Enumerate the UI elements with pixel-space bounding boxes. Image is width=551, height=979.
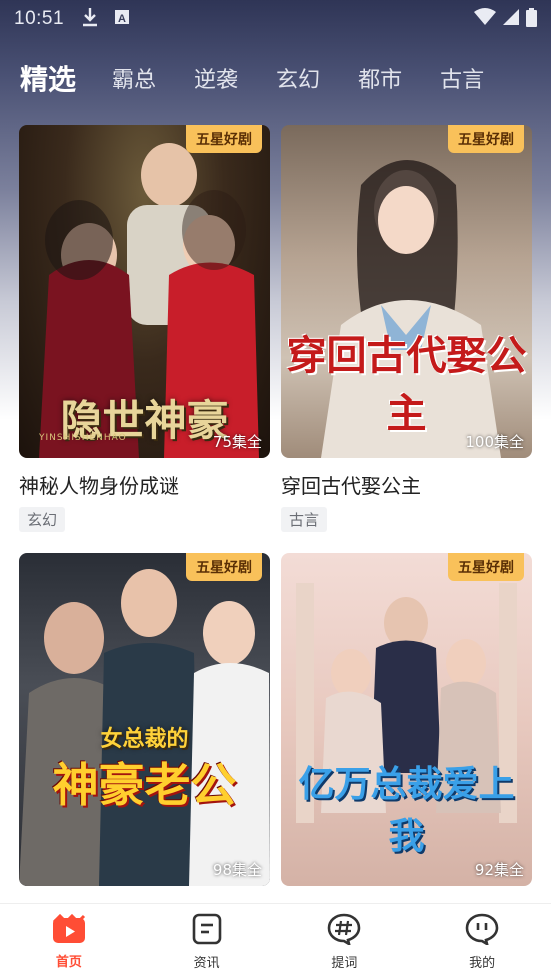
episode-count: 75集全 [212, 433, 262, 451]
episode-count: 100集全 [465, 433, 524, 451]
genre-tag: 古言 [281, 507, 328, 532]
nav-label: 提词 [331, 955, 358, 971]
genre-tag: 玄幻 [19, 507, 66, 532]
poster-title: 穿回古代娶公主 [286, 332, 527, 437]
drama-poster[interactable]: 女总裁的 神豪老公 五星好剧 98集全 [19, 553, 270, 886]
status-bar: 10:51 A [0, 0, 551, 38]
episode-count: 92集全 [474, 861, 524, 879]
rating-badge: 五星好剧 [186, 553, 262, 581]
drama-card[interactable]: 女总裁的 神豪老公 五星好剧 98集全 [19, 553, 270, 898]
battery-icon [526, 7, 537, 31]
drama-title[interactable]: 穿回古代娶公主 [281, 470, 532, 499]
signal-icon [502, 8, 520, 30]
home-icon [52, 913, 86, 948]
tab-urban[interactable]: 都市 [358, 62, 402, 94]
drama-card[interactable]: 亿万总裁爱上我 五星好剧 92集全 [281, 553, 532, 898]
hashtag-icon [327, 913, 361, 949]
tab-ancient[interactable]: 古言 [440, 62, 484, 94]
episode-count: 98集全 [212, 861, 262, 879]
poster-title: 神豪老公 [52, 758, 237, 812]
nav-label: 我的 [469, 955, 496, 971]
app-notification-icon: A [114, 9, 130, 29]
poster-artwork [19, 569, 270, 886]
news-icon [192, 913, 222, 949]
nav-profile[interactable]: 我的 [432, 913, 532, 971]
nav-label: 资讯 [193, 955, 220, 971]
nav-news[interactable]: 资讯 [157, 913, 257, 971]
drama-card[interactable]: 隐世神豪 YINSHISHENHAO 五星好剧 75集全 神秘人物身份成谜 玄幻 [19, 125, 270, 532]
tab-ceo[interactable]: 霸总 [112, 62, 156, 94]
rating-badge: 五星好剧 [448, 125, 524, 153]
tab-featured[interactable]: 精选 [20, 58, 76, 98]
nav-label: 首页 [55, 954, 82, 970]
download-icon [82, 7, 98, 31]
rating-badge: 五星好剧 [448, 553, 524, 581]
drama-card[interactable]: 穿回古代娶公主 五星好剧 100集全 穿回古代娶公主 古言 [281, 125, 532, 532]
drama-title[interactable]: 神秘人物身份成谜 [19, 470, 270, 499]
tab-counterattack[interactable]: 逆袭 [194, 62, 238, 94]
nav-prompt[interactable]: 提词 [294, 913, 394, 971]
tab-fantasy[interactable]: 玄幻 [276, 62, 320, 94]
drama-poster[interactable]: 亿万总裁爱上我 五星好剧 92集全 [281, 553, 532, 886]
nav-home[interactable]: 首页 [19, 913, 119, 970]
category-tabs: 精选 霸总 逆袭 玄幻 都市 古言 [20, 50, 540, 106]
bottom-navigation: 首页 资讯 提词 我的 [0, 903, 551, 979]
poster-subtitle: YINSHISHENHAO [39, 433, 127, 443]
profile-icon [465, 913, 499, 949]
poster-title: 亿万总裁爱上我 [298, 763, 515, 857]
svg-text:A: A [118, 13, 126, 25]
status-time: 10:51 [14, 8, 65, 29]
rating-badge: 五星好剧 [186, 125, 262, 153]
drama-poster[interactable]: 隐世神豪 YINSHISHENHAO 五星好剧 75集全 [19, 125, 270, 458]
drama-poster[interactable]: 穿回古代娶公主 五星好剧 100集全 [281, 125, 532, 458]
wifi-icon [474, 8, 496, 30]
